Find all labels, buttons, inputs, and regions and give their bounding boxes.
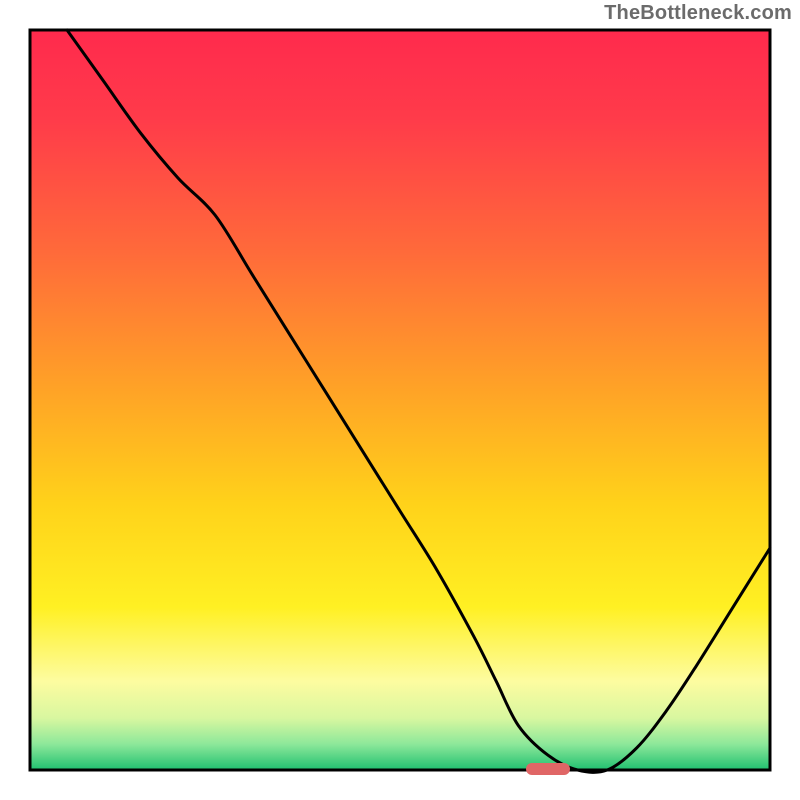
chart-svg: [0, 0, 800, 800]
plot-area: [30, 30, 770, 775]
watermark-label: TheBottleneck.com: [604, 2, 792, 25]
optimal-point-marker: [526, 763, 570, 775]
bottleneck-chart: TheBottleneck.com: [0, 0, 800, 800]
gradient-background: [30, 30, 770, 770]
